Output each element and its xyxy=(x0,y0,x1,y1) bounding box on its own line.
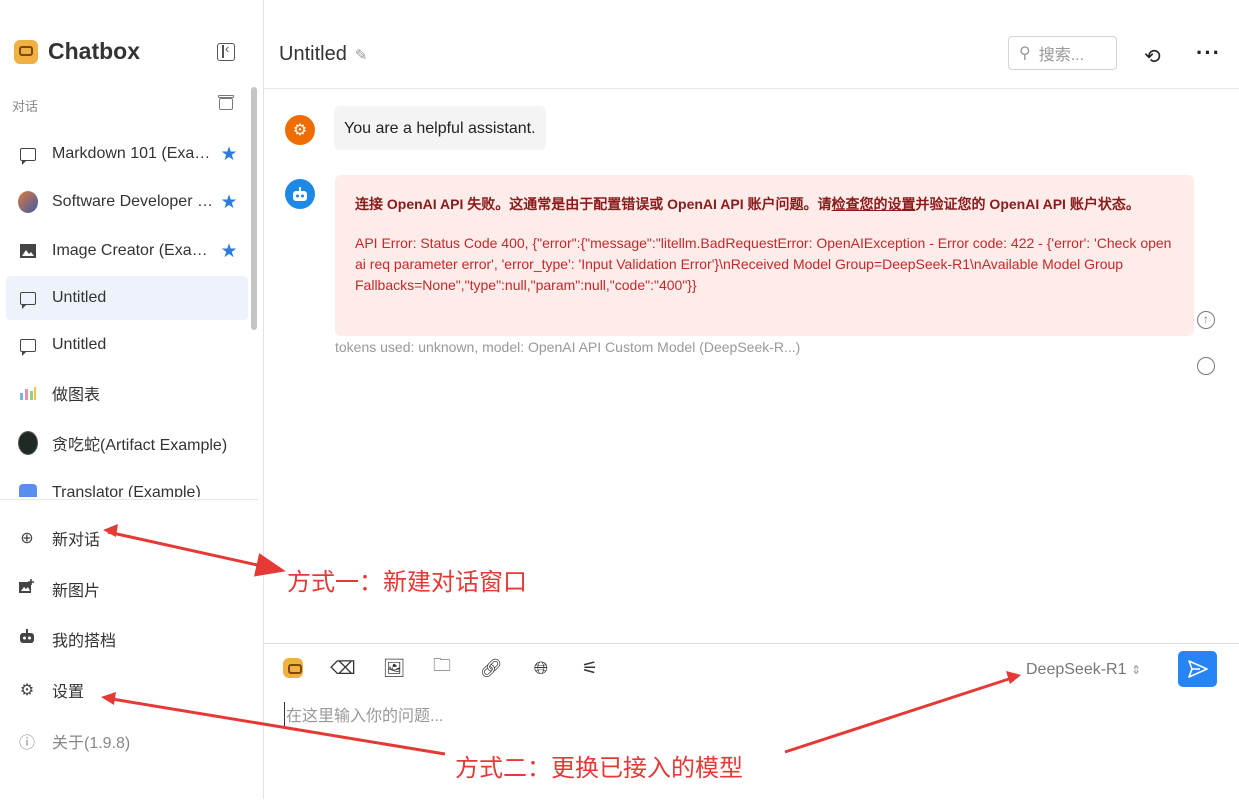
about-button[interactable]: ⓘ 关于(1.9.8) xyxy=(18,729,130,753)
page-title: Untitled xyxy=(279,43,347,65)
sidebar-scrollbar[interactable] xyxy=(251,87,257,330)
message-meta: tokens used: unknown, model: OpenAI API … xyxy=(335,339,801,355)
conversation-label: Software Developer (Example) xyxy=(52,193,216,210)
conversation-item-active[interactable]: Untitled xyxy=(6,276,248,320)
title-wrap[interactable]: Untitled ✎ xyxy=(279,43,367,66)
chevron-updown-icon: ⇕ xyxy=(1130,663,1142,677)
scroll-to-top-icon[interactable]: ↑ xyxy=(1197,311,1215,329)
system-message: You are a helpful assistant. xyxy=(334,106,546,150)
search-placeholder: 搜索... xyxy=(1038,47,1085,64)
star-icon[interactable]: ★ xyxy=(216,240,242,263)
send-button[interactable] xyxy=(1178,651,1217,687)
send-icon xyxy=(1187,660,1208,678)
new-image-label: 新图片 xyxy=(52,583,101,600)
chat-header: Untitled ✎ ⚲ 搜索... ⟲ ··· xyxy=(264,18,1239,89)
conversation-item[interactable]: Translator (Example) xyxy=(6,471,248,497)
conversation-item[interactable]: Markdown 101 (Example) ★ xyxy=(6,132,248,176)
annotation-method-two: 方式二：更换已接入的模型 xyxy=(455,755,743,782)
error-detail: API Error: Status Code 400, {"error":{"m… xyxy=(355,235,1172,293)
more-options-icon[interactable]: ··· xyxy=(1196,40,1221,66)
folder-icon[interactable]: 🗀 xyxy=(430,655,454,680)
snake-avatar-icon xyxy=(18,431,38,455)
settings-button[interactable]: ⚙ 设置 xyxy=(18,678,84,702)
new-chat-label: 新对话 xyxy=(52,532,101,549)
developer-avatar-icon xyxy=(18,191,38,213)
chat-bubble-icon xyxy=(18,335,38,356)
collapse-sidebar-icon[interactable] xyxy=(217,41,235,61)
history-icon[interactable]: ⟲ xyxy=(1144,44,1161,69)
conversation-item[interactable]: 做图表 xyxy=(6,371,248,415)
annotation-method-one: 方式一：新建对话窗口 xyxy=(287,569,527,596)
star-icon[interactable]: ★ xyxy=(216,143,242,166)
eraser-icon[interactable]: ⌫ xyxy=(330,656,355,680)
new-chat-button[interactable]: ⊕ 新对话 xyxy=(18,526,100,550)
error-title-part-a: 连接 OpenAI API 失败。这通常是由于配置错误或 OpenAI API … xyxy=(355,196,832,212)
my-partner-button[interactable]: 我的搭档 xyxy=(18,627,116,651)
conversation-item[interactable]: Software Developer (Example) ★ xyxy=(6,180,248,224)
star-icon[interactable]: ★ xyxy=(216,191,242,214)
link-icon[interactable]: 🔗︎ xyxy=(479,656,503,680)
archive-icon[interactable] xyxy=(218,95,234,110)
sliders-icon[interactable]: ⚟ xyxy=(578,656,602,680)
conversation-item[interactable]: Image Creator (Example) ★ xyxy=(6,229,248,273)
chat-bubble-icon xyxy=(18,144,38,165)
about-label: 关于(1.9.8) xyxy=(52,735,131,752)
message-input[interactable]: 在这里输入你的问题... xyxy=(284,702,443,726)
conversation-label: Image Creator (Example) xyxy=(52,242,216,259)
chatbox-logo-icon xyxy=(14,39,38,64)
edit-pencil-icon[interactable]: ✎ xyxy=(355,46,368,64)
sidebar-divider xyxy=(0,499,258,500)
conversation-label: Markdown 101 (Example) xyxy=(52,145,216,162)
scroll-button-icon[interactable] xyxy=(1197,357,1215,375)
info-icon: ⓘ xyxy=(18,735,35,752)
model-name: DeepSeek-R1 xyxy=(1026,661,1127,678)
model-selector[interactable]: DeepSeek-R1 ⇕ xyxy=(1026,661,1141,679)
plus-circle-icon: ⊕ xyxy=(20,530,34,547)
system-avatar-gear-icon: ⚙ xyxy=(285,115,315,145)
section-label: 对话 xyxy=(12,99,39,114)
conversation-label: 做图表 xyxy=(52,387,101,404)
search-icon: ⚲ xyxy=(1019,45,1031,62)
brand: Chatbox xyxy=(14,38,140,65)
chart-avatar-icon xyxy=(18,383,38,403)
app-name: Chatbox xyxy=(48,38,140,64)
sidebar: Chatbox 对话 Markdown 101 (Example) ★ Soft… xyxy=(0,0,264,799)
conversation-label: Translator (Example) xyxy=(52,484,201,497)
error-title: 连接 OpenAI API 失败。这通常是由于配置错误或 OpenAI API … xyxy=(355,193,1174,215)
conversation-item[interactable]: 贪吃蛇(Artifact Example) xyxy=(6,421,248,465)
my-partner-label: 我的搭档 xyxy=(52,633,117,650)
assistant-avatar-robot-icon xyxy=(285,179,315,209)
settings-label: 设置 xyxy=(52,684,85,701)
composer: ⌫ 🖼︎ 🗀 🔗︎ 🌐︎ ⚟ DeepSeek-R1 ⇕ 在这里输入你的问题..… xyxy=(264,643,1239,800)
chatbox-logo-icon[interactable] xyxy=(281,656,305,680)
globe-icon[interactable]: 🌐︎ xyxy=(529,656,553,680)
image-icon xyxy=(18,241,38,261)
error-message: 连接 OpenAI API 失败。这通常是由于配置错误或 OpenAI API … xyxy=(335,175,1194,336)
conversation-label: 贪吃蛇(Artifact Example) xyxy=(52,437,228,454)
chat-area: ⚙ You are a helpful assistant. 连接 OpenAI… xyxy=(264,89,1239,643)
gear-icon: ⚙ xyxy=(19,682,35,699)
conversation-label: Untitled xyxy=(52,336,107,353)
translator-avatar-icon xyxy=(18,483,38,497)
check-settings-link[interactable]: 检查您的设置 xyxy=(832,196,916,212)
chat-bubble-icon xyxy=(18,288,38,309)
add-image-icon xyxy=(18,579,36,599)
new-image-button[interactable]: 新图片 xyxy=(18,577,100,601)
search-input[interactable]: ⚲ 搜索... xyxy=(1008,36,1117,70)
image-upload-icon[interactable]: 🖼︎ xyxy=(382,656,406,680)
robot-icon xyxy=(18,629,36,649)
conversation-list: Markdown 101 (Example) ★ Software Develo… xyxy=(0,130,252,497)
error-title-part-b: 并验证您的 OpenAI API 账户状态。 xyxy=(915,196,1140,212)
conversation-label: Untitled xyxy=(52,289,107,306)
conversation-item[interactable]: Untitled xyxy=(6,323,248,367)
